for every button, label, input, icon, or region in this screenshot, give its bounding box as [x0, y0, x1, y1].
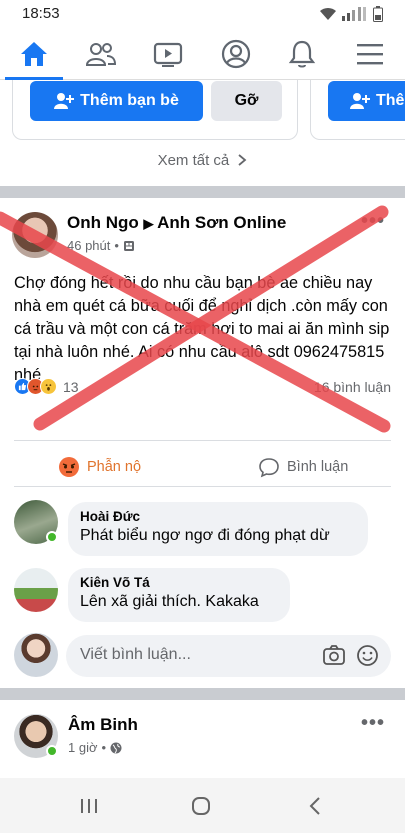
react-button[interactable]: Phẫn nộ [58, 456, 141, 478]
online-status-dot [46, 531, 58, 543]
remove-suggestion-button[interactable]: Gỡ [211, 81, 282, 121]
see-all-link[interactable]: Xem tất cả [0, 152, 405, 169]
add-friend-button[interactable]: Thêm bạn bè [30, 81, 203, 121]
post-header: Onh Ngo ▶ Anh Sơn Online [67, 213, 286, 233]
tab-notifications[interactable] [272, 28, 332, 80]
add-friend-label: Thêm bạn bè [80, 92, 179, 109]
reaction-summary[interactable]: 13 [14, 378, 79, 395]
back-button[interactable] [300, 792, 330, 820]
group-privacy-icon [123, 240, 134, 251]
feed-separator [0, 186, 405, 198]
hamburger-menu-icon [357, 44, 383, 65]
home-icon [21, 42, 47, 66]
arrow-right-icon: ▶ [143, 216, 158, 231]
my-avatar [14, 633, 58, 677]
emoji-icon[interactable] [356, 644, 379, 667]
react-label: Phẫn nộ [87, 459, 142, 475]
wifi-icon [320, 7, 336, 20]
camera-icon[interactable] [322, 644, 346, 666]
actions-divider-bottom [14, 486, 391, 487]
add-friend-label-partial: Thê [376, 92, 405, 109]
video-icon [153, 42, 183, 67]
actions-divider-top [14, 440, 391, 441]
feed-post: Onh Ngo ▶ Anh Sơn Online ••• 46 phút • C… [0, 198, 405, 688]
comment-bubble: Hoài Đức Phát biểu ngơ ngơ đi đóng phạt … [68, 502, 368, 556]
feed-separator [0, 688, 405, 700]
post-text: Chợ đóng hết rồi do nhu cầu bạn bè ae ch… [14, 274, 390, 384]
add-friend-button-next[interactable]: Thê [328, 81, 405, 121]
comment-text: Phát biểu ngơ ngơ đi đóng phạt dừ [80, 527, 330, 544]
comment-text: Lên xã giải thích. Kakaka [80, 593, 259, 610]
comment-author[interactable]: Hoài Đức [80, 509, 356, 524]
status-icons [319, 6, 383, 22]
wow-reaction-icon [40, 378, 57, 395]
tab-friends[interactable] [71, 28, 131, 80]
commenter-avatar[interactable] [14, 568, 58, 612]
post-more-button[interactable]: ••• [361, 210, 385, 233]
comment-input-placeholder: Viết bình luận... [80, 646, 191, 663]
home-circle-icon [192, 797, 210, 815]
author-name[interactable]: Onh Ngo [67, 213, 139, 232]
top-navigation [0, 28, 405, 80]
friends-icon [85, 43, 117, 66]
online-status-dot [46, 745, 58, 757]
post-meta: 46 phút • [67, 238, 135, 253]
post-more-button[interactable]: ••• [361, 712, 385, 735]
recent-apps-button[interactable] [74, 792, 104, 820]
remove-label: Gỡ [234, 92, 259, 109]
see-all-label: Xem tất cả [157, 152, 230, 169]
post-time[interactable]: 46 phút [67, 238, 110, 253]
system-navigation-bar [0, 778, 405, 833]
status-time: 18:53 [22, 5, 60, 22]
comment-bubble: Kiên Võ Tá Lên xã giải thích. Kakaka [68, 568, 290, 622]
profile-icon [221, 39, 251, 69]
post-meta: 1 giờ • [68, 740, 122, 755]
tab-menu[interactable] [340, 28, 400, 80]
bell-icon [288, 40, 316, 68]
chevron-right-icon [238, 154, 247, 166]
signal-icon [342, 7, 366, 21]
tab-profile[interactable] [206, 28, 266, 80]
comment-label: Bình luận [287, 459, 349, 475]
friend-suggestions: Thêm bạn bè Gỡ Thê Xem tất cả [0, 80, 405, 186]
comment-button[interactable]: Bình luận [258, 456, 348, 478]
author-name[interactable]: Âm Binh [68, 715, 138, 735]
add-person-icon [350, 93, 370, 109]
battery-icon [373, 6, 383, 22]
globe-icon [110, 742, 122, 753]
comment-count[interactable]: 16 bình luận [314, 379, 391, 395]
group-name[interactable]: Anh Sơn Online [157, 213, 286, 232]
home-button[interactable] [186, 792, 216, 820]
comment-icon [259, 458, 279, 478]
tab-watch[interactable] [138, 28, 198, 80]
status-bar: 18:53 [0, 0, 405, 28]
reaction-count: 13 [63, 378, 79, 395]
post-time[interactable]: 1 giờ [68, 740, 98, 755]
feed-post-next: Âm Binh 1 giờ • ••• [0, 700, 405, 780]
add-person-icon [54, 93, 75, 109]
angry-face-icon [59, 457, 79, 477]
tab-home[interactable] [4, 28, 64, 80]
author-avatar[interactable] [12, 212, 58, 258]
back-arrow-icon [309, 797, 320, 815]
recent-apps-icon [81, 799, 97, 813]
comment-author[interactable]: Kiên Võ Tá [80, 575, 278, 590]
comment-input[interactable]: Viết bình luận... [66, 635, 391, 677]
